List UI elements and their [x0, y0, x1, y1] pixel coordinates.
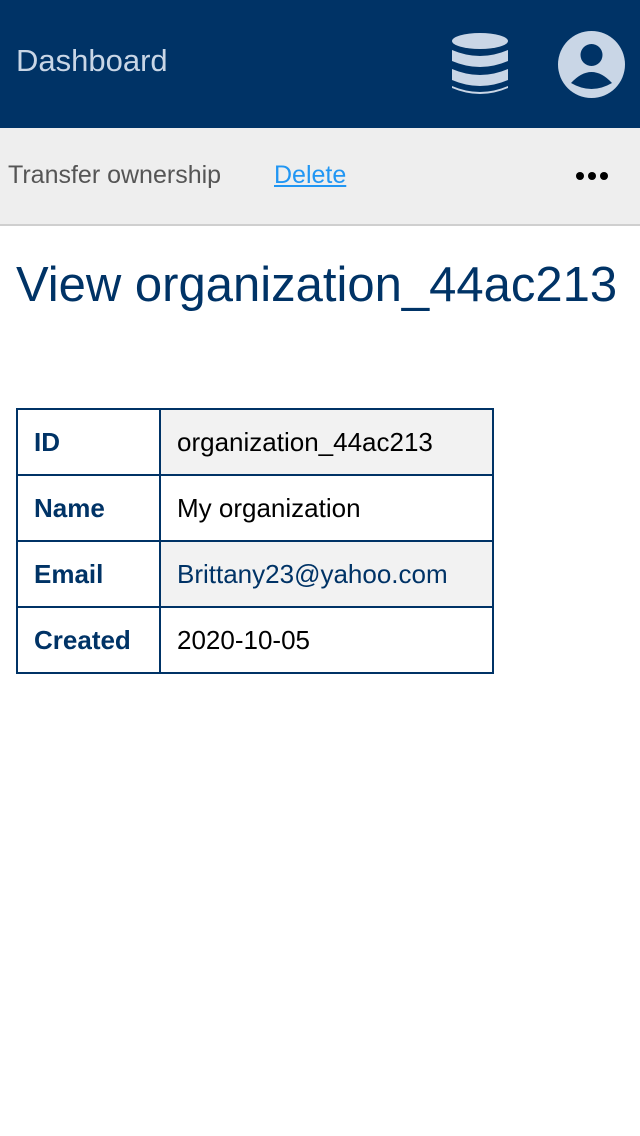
table-row-name: Name My organization: [16, 474, 494, 542]
dashboard-link[interactable]: Dashboard: [16, 43, 168, 79]
organization-id-value: organization_44ac213: [159, 408, 494, 476]
organization-name-value: My organization: [159, 474, 494, 542]
row-label: Created: [16, 606, 161, 674]
user-circle-icon[interactable]: [558, 31, 625, 98]
more-horizontal-icon[interactable]: [572, 164, 612, 188]
transfer-ownership-button[interactable]: Transfer ownership: [8, 160, 221, 190]
row-label: Email: [16, 540, 161, 608]
email-link[interactable]: Brittany23@yahoo.com: [177, 559, 448, 589]
table-row-id: ID organization_44ac213: [16, 408, 494, 476]
table-row-email: Email Brittany23@yahoo.com: [16, 540, 494, 608]
organization-details-table: ID organization_44ac213 Name My organiza…: [16, 408, 494, 674]
page-title: View organization_44ac213: [16, 258, 618, 312]
table-row-created: Created 2020-10-05: [16, 606, 494, 674]
delete-link[interactable]: Delete: [274, 160, 346, 190]
action-bar: Transfer ownership Delete: [0, 128, 640, 226]
organization-email-cell: Brittany23@yahoo.com: [159, 540, 494, 608]
row-label: ID: [16, 408, 161, 476]
database-icon[interactable]: [450, 31, 510, 97]
top-app-bar: Dashboard: [0, 0, 640, 128]
created-date-value: 2020-10-05: [159, 606, 494, 674]
row-label: Name: [16, 474, 161, 542]
